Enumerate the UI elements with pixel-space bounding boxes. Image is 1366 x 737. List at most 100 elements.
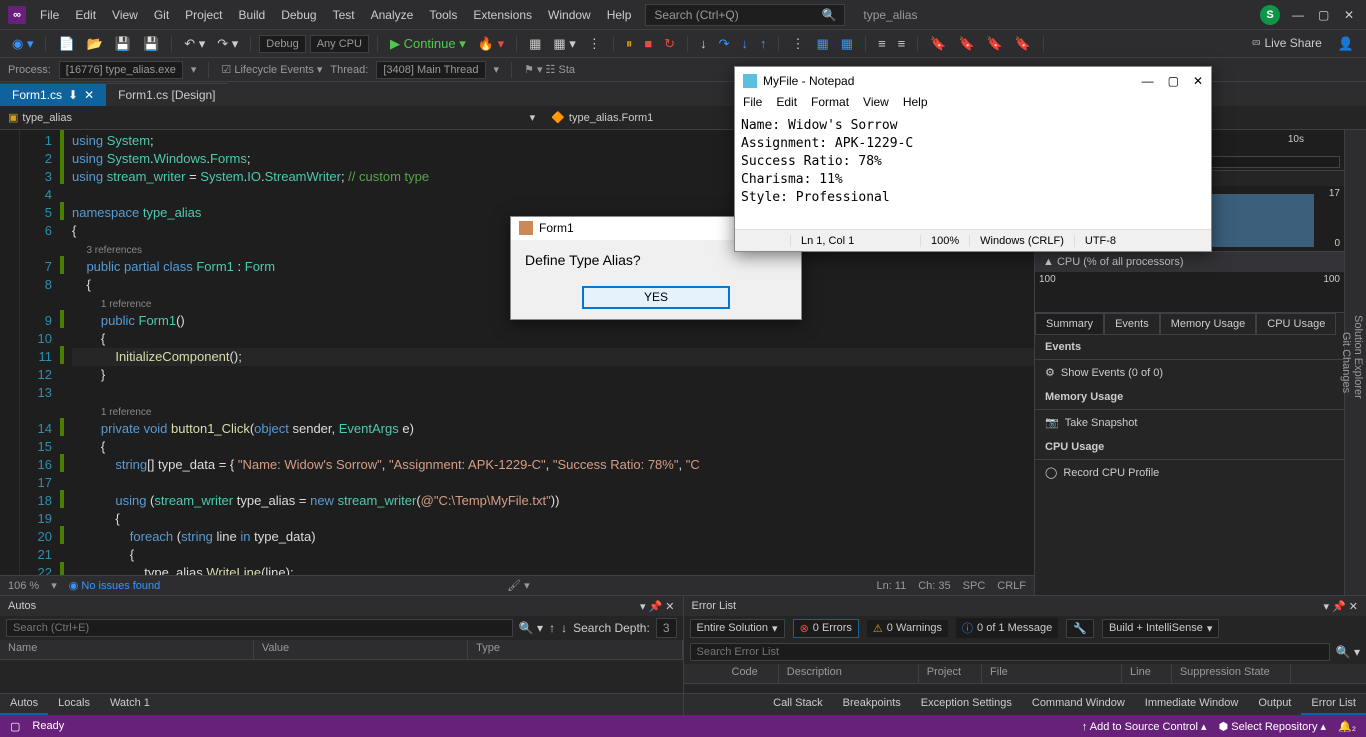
col-code[interactable]: Code xyxy=(724,664,779,683)
spaces-mode[interactable]: SPC xyxy=(963,580,986,592)
tab-error-list[interactable]: Error List xyxy=(1301,694,1366,715)
redo-icon[interactable]: ↷ ▾ xyxy=(213,34,242,54)
search-icon[interactable]: 🔍 ▾ xyxy=(1336,645,1360,659)
select-repo-button[interactable]: ⬢ Select Repository ▴ xyxy=(1219,720,1326,733)
tab-watch-1[interactable]: Watch 1 xyxy=(100,694,160,715)
bookmark-icon[interactable]: 🔖 xyxy=(1011,34,1035,54)
nav-down-icon[interactable]: ↓ xyxy=(561,621,567,635)
maximize-icon[interactable]: ▢ xyxy=(1168,74,1179,88)
step-over-icon[interactable]: ↷ xyxy=(715,34,734,54)
np-menu-file[interactable]: File xyxy=(743,95,762,115)
nav-up-icon[interactable]: ↑ xyxy=(549,621,555,635)
stop-icon[interactable]: ■ xyxy=(640,34,656,53)
col-type[interactable]: Type xyxy=(468,640,682,659)
depth-combo[interactable]: 3 xyxy=(656,618,677,638)
step-icon[interactable]: ↓ xyxy=(696,34,711,53)
close-icon[interactable]: ✕ xyxy=(1193,74,1203,88)
tab-output[interactable]: Output xyxy=(1248,694,1301,715)
col-file[interactable]: File xyxy=(982,664,1122,683)
zoom-dropdown-icon[interactable]: ▾ xyxy=(51,579,57,592)
np-menu-view[interactable]: View xyxy=(863,95,889,115)
menu-analyze[interactable]: Analyze xyxy=(363,4,422,26)
menu-tools[interactable]: Tools xyxy=(421,4,465,26)
platform-combo[interactable]: Any CPU xyxy=(310,35,369,53)
col-name[interactable]: Name xyxy=(0,640,254,659)
tab-exception-settings[interactable]: Exception Settings xyxy=(911,694,1022,715)
errlist-search-input[interactable] xyxy=(690,643,1330,661)
tab-locals[interactable]: Locals xyxy=(48,694,100,715)
menu-file[interactable]: File xyxy=(32,4,67,26)
take-snapshot-button[interactable]: 📷Take Snapshot xyxy=(1035,410,1344,435)
tab-immediate-window[interactable]: Immediate Window xyxy=(1135,694,1249,715)
col-description[interactable]: Description xyxy=(779,664,919,683)
menu-view[interactable]: View xyxy=(104,4,146,26)
np-menu-help[interactable]: Help xyxy=(903,95,928,115)
close-icon[interactable]: ✕ xyxy=(84,88,94,102)
warnings-filter[interactable]: ⚠0 Warnings xyxy=(867,620,948,637)
diag-tab-cpu-usage[interactable]: CPU Usage xyxy=(1256,313,1336,335)
issues-indicator[interactable]: ◉ No issues found xyxy=(69,579,161,592)
output-icon[interactable]: ▢ xyxy=(10,720,20,733)
menu-edit[interactable]: Edit xyxy=(67,4,104,26)
scope-combo[interactable]: Entire Solution ▾ xyxy=(690,619,785,638)
np-menu-format[interactable]: Format xyxy=(811,95,849,115)
user-avatar[interactable]: S xyxy=(1260,5,1280,25)
tool-icon[interactable]: ⋮ xyxy=(584,34,605,54)
save-icon[interactable]: 💾 xyxy=(111,34,135,54)
bookmark-icon[interactable]: 🔖 xyxy=(954,34,978,54)
open-icon[interactable]: 📂 xyxy=(83,34,107,54)
global-search-input[interactable]: Search (Ctrl+Q) 🔍 xyxy=(645,4,845,26)
save-all-icon[interactable]: 💾 xyxy=(139,34,163,54)
notepad-titlebar[interactable]: MyFile - Notepad — ▢ ✕ xyxy=(735,67,1211,95)
col-project[interactable]: Project xyxy=(919,664,982,683)
tab-form1-design[interactable]: Form1.cs [Design] xyxy=(106,83,227,106)
col-value[interactable]: Value xyxy=(254,640,468,659)
autos-search-input[interactable] xyxy=(6,619,513,637)
menu-git[interactable]: Git xyxy=(146,4,177,26)
pin-icon[interactable]: ▾ 📌 ✕ xyxy=(1323,600,1358,613)
undo-icon[interactable]: ↶ ▾ xyxy=(180,34,209,54)
notepad-content[interactable]: Name: Widow's Sorrow Assignment: APK-122… xyxy=(735,115,1211,229)
tab-command-window[interactable]: Command Window xyxy=(1022,694,1135,715)
menu-window[interactable]: Window xyxy=(540,4,599,26)
add-source-control-button[interactable]: ↑ Add to Source Control ▴ xyxy=(1082,720,1207,733)
menu-test[interactable]: Test xyxy=(325,4,363,26)
brush-icon[interactable]: 🖌 ▾ xyxy=(507,579,530,592)
restart-icon[interactable]: ↻ xyxy=(660,34,679,54)
col-suppression-state[interactable]: Suppression State xyxy=(1172,664,1291,683)
np-menu-edit[interactable]: Edit xyxy=(776,95,797,115)
thread-combo[interactable]: [3408] Main Thread xyxy=(376,61,485,79)
tool-icon[interactable]: ▦ xyxy=(525,34,545,54)
menu-build[interactable]: Build xyxy=(231,4,274,26)
stack-icon[interactable]: ⚑ ▾ ☷ Sta xyxy=(524,63,575,76)
search-icon[interactable]: 🔍 ▾ xyxy=(519,621,543,635)
outdent-icon[interactable]: ≡ xyxy=(894,34,910,53)
close-icon[interactable]: ✕ xyxy=(1344,8,1358,22)
diag-tab-summary[interactable]: Summary xyxy=(1035,313,1104,335)
build-filter-combo[interactable]: Build + IntelliSense ▾ xyxy=(1102,619,1219,638)
tool-icon[interactable]: ▦ xyxy=(812,34,832,54)
tab-call-stack[interactable]: Call Stack xyxy=(763,694,833,715)
hot-reload-icon[interactable]: 🔥 ▾ xyxy=(474,34,508,54)
diag-tab-memory-usage[interactable]: Memory Usage xyxy=(1160,313,1257,335)
maximize-icon[interactable]: ▢ xyxy=(1318,8,1332,22)
messages-filter[interactable]: ⓘ0 of 1 Message xyxy=(956,618,1058,638)
step-out-icon[interactable]: ↑ xyxy=(756,34,771,53)
pause-icon[interactable]: ⏸ xyxy=(622,34,637,54)
minimize-icon[interactable]: — xyxy=(1142,74,1154,88)
bookmark-icon[interactable]: 🔖 xyxy=(983,34,1007,54)
process-combo[interactable]: [16776] type_alias.exe xyxy=(59,61,183,79)
menu-help[interactable]: Help xyxy=(599,4,640,26)
tab-autos[interactable]: Autos xyxy=(0,694,48,715)
show-events-link[interactable]: ⚙Show Events (0 of 0) xyxy=(1035,360,1344,385)
continue-button[interactable]: ▶ Continue ▾ xyxy=(386,34,470,54)
diag-tab-events[interactable]: Events xyxy=(1104,313,1160,335)
clear-filter[interactable]: 🔧 xyxy=(1066,619,1094,638)
line-ending[interactable]: CRLF xyxy=(997,580,1026,592)
pin-icon[interactable]: ▾ 📌 ✕ xyxy=(640,600,675,613)
project-nav-combo[interactable]: ▣type_alias▾ xyxy=(0,109,543,126)
config-combo[interactable]: Debug xyxy=(259,35,305,53)
indent-icon[interactable]: ≡ xyxy=(874,34,890,53)
menu-debug[interactable]: Debug xyxy=(273,4,324,26)
menu-extensions[interactable]: Extensions xyxy=(465,4,540,26)
